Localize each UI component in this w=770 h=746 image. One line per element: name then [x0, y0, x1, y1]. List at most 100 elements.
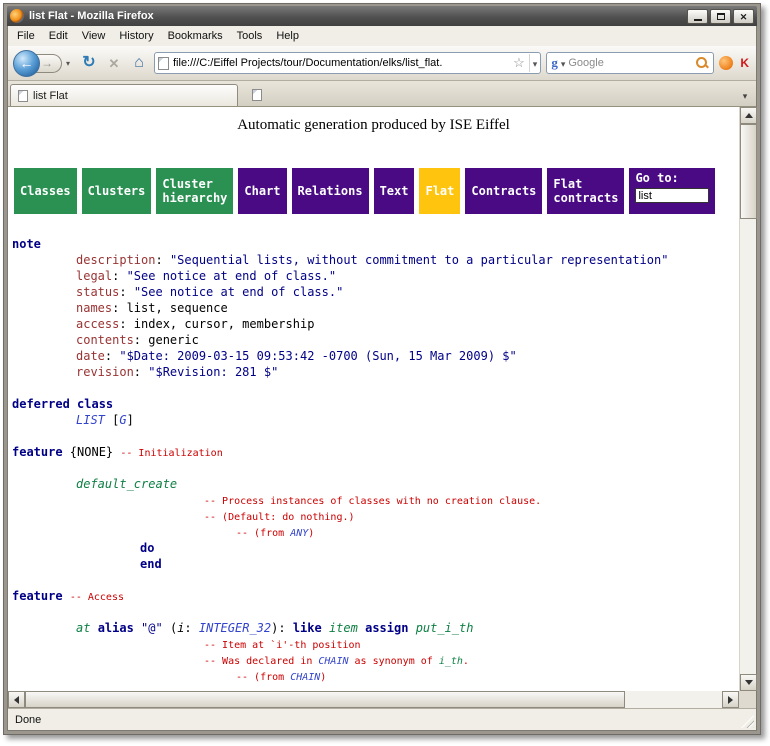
code-seg-kw: like	[293, 621, 322, 635]
menu-tools[interactable]: Tools	[230, 28, 270, 44]
code-line: contents: generic	[12, 332, 739, 348]
vertical-scroll-track[interactable]	[740, 124, 756, 674]
code-seg-cmt: -- Item at `i'-th position	[204, 640, 361, 651]
menu-help[interactable]: Help	[269, 28, 306, 44]
code-seg-plain: :	[112, 269, 126, 283]
code-line: revision: "$Revision: 281 $"	[12, 364, 739, 380]
code-seg-cmtFeat[interactable]: i_th	[439, 656, 463, 667]
addon-icon[interactable]	[719, 56, 733, 70]
code-line	[12, 380, 739, 396]
home-button[interactable]	[129, 53, 149, 73]
code-seg-tag: date	[76, 349, 105, 363]
page-button-cluster-hierarchy[interactable]: Cluster hierarchy	[156, 168, 233, 214]
code-seg-cls[interactable]: LIST	[76, 413, 105, 427]
code-seg-plain: : generic	[134, 333, 199, 347]
code-seg-feat[interactable]: item	[329, 621, 358, 635]
page-button-classes[interactable]: Classes	[14, 168, 77, 214]
code-line: note	[12, 236, 739, 252]
horizontal-scroll-track[interactable]	[25, 691, 722, 708]
history-dropdown-button[interactable]	[62, 59, 74, 68]
code-seg-cmtCls[interactable]: CHAIN	[318, 656, 348, 667]
firefox-icon	[10, 9, 24, 23]
page-button-text[interactable]: Text	[374, 168, 415, 214]
code-seg-feat[interactable]: at	[76, 621, 90, 635]
code-seg-tag: status	[76, 285, 119, 299]
search-bar[interactable]: Google	[546, 52, 714, 74]
search-input[interactable]: Google	[568, 57, 692, 69]
content-row: Automatic generation produced by ISE Eif…	[8, 107, 756, 691]
code-line: access: index, cursor, membership	[12, 316, 739, 332]
code-seg-cls[interactable]: INTEGER_32	[199, 621, 271, 635]
code-line: feature {NONE} -- Initialization	[12, 444, 739, 460]
code-seg-plain: :	[184, 621, 198, 635]
window-controls	[685, 9, 754, 24]
page-button-label: Flat contracts	[553, 177, 618, 205]
resize-grip[interactable]	[741, 715, 754, 728]
code-seg-plain	[322, 621, 329, 635]
search-go-icon[interactable]	[695, 56, 709, 70]
minimize-button[interactable]	[687, 9, 708, 24]
code-seg-cmt: -- (from	[236, 672, 290, 683]
scroll-down-button[interactable]	[740, 674, 757, 691]
tab-label: list Flat	[33, 90, 68, 102]
page-button-relations[interactable]: Relations	[292, 168, 369, 214]
page-button-go-to[interactable]: Go to:	[629, 168, 715, 214]
code-seg-cls[interactable]: G	[119, 413, 126, 427]
menu-history[interactable]: History	[112, 28, 160, 44]
menu-file[interactable]: File	[10, 28, 42, 44]
close-button[interactable]	[733, 9, 754, 24]
page-content: Automatic generation produced by ISE Eif…	[8, 107, 739, 691]
stop-button[interactable]	[104, 53, 124, 73]
menu-edit[interactable]: Edit	[42, 28, 75, 44]
code-seg-cmt: )	[320, 672, 326, 683]
code-seg-cmtCls[interactable]: CHAIN	[290, 672, 320, 683]
code-line: end	[12, 556, 739, 572]
scroll-left-button[interactable]	[8, 691, 25, 708]
page-button-label: Contracts	[471, 184, 536, 198]
code-line: -- (from ANY)	[12, 524, 739, 540]
horizontal-scrollbar[interactable]	[8, 691, 739, 708]
code-seg-cmt: -- Was declared in	[204, 656, 318, 667]
code-seg-feat[interactable]: put_i_th	[416, 621, 474, 635]
page-button-flat-contracts[interactable]: Flat contracts	[547, 168, 624, 214]
page-button-contracts[interactable]: Contracts	[465, 168, 542, 214]
page-button-label: Text	[380, 184, 409, 198]
url-dropdown-button[interactable]	[529, 54, 538, 72]
page-button-clusters[interactable]: Clusters	[82, 168, 152, 214]
maximize-button[interactable]	[710, 9, 731, 24]
tab-list-dropdown-button[interactable]	[736, 86, 754, 106]
tab-list-flat[interactable]: list Flat	[10, 84, 238, 106]
horizontal-scroll-thumb[interactable]	[25, 691, 625, 708]
goto-input[interactable]	[635, 188, 709, 203]
vertical-scrollbar[interactable]	[739, 107, 756, 691]
kaspersky-extension-icon[interactable]: K	[738, 56, 751, 70]
new-tab-button[interactable]	[244, 84, 270, 106]
menu-view[interactable]: View	[75, 28, 113, 44]
vertical-scroll-thumb[interactable]	[740, 124, 757, 219]
code-seg-feat[interactable]: default_create	[76, 477, 177, 491]
search-engine-dropdown[interactable]	[561, 54, 566, 72]
code-line: -- Process instances of classes with no …	[12, 492, 739, 508]
url-bar[interactable]: file:///C:/Eiffel Projects/tour/Document…	[154, 52, 541, 74]
code-seg-plain: :	[119, 285, 133, 299]
refresh-button[interactable]	[79, 53, 99, 73]
screen: list Flat - Mozilla Firefox FileEditView…	[0, 0, 770, 746]
url-text[interactable]: file:///C:/Eiffel Projects/tour/Document…	[173, 57, 509, 69]
code-seg-plain: :	[134, 365, 148, 379]
menu-bookmarks[interactable]: Bookmarks	[161, 28, 230, 44]
page-button-label: Cluster hierarchy	[162, 177, 227, 205]
back-button[interactable]	[13, 50, 40, 77]
code-seg-str: "$Revision: 281 $"	[148, 365, 278, 379]
page-button-flat[interactable]: Flat	[419, 168, 460, 214]
code-seg-str: "See notice at end of class."	[127, 269, 337, 283]
code-seg-kw: feature	[12, 445, 63, 459]
code-seg-plain: :	[105, 349, 119, 363]
code-seg-cmtCls[interactable]: ANY	[290, 528, 308, 539]
scroll-up-button[interactable]	[740, 107, 757, 124]
page-button-chart[interactable]: Chart	[238, 168, 286, 214]
scroll-right-button[interactable]	[722, 691, 739, 708]
bookmark-star-icon[interactable]	[513, 54, 525, 72]
code-seg-plain: :	[155, 253, 169, 267]
code-seg-plain: ):	[271, 621, 293, 635]
tab-page-icon	[18, 90, 28, 102]
